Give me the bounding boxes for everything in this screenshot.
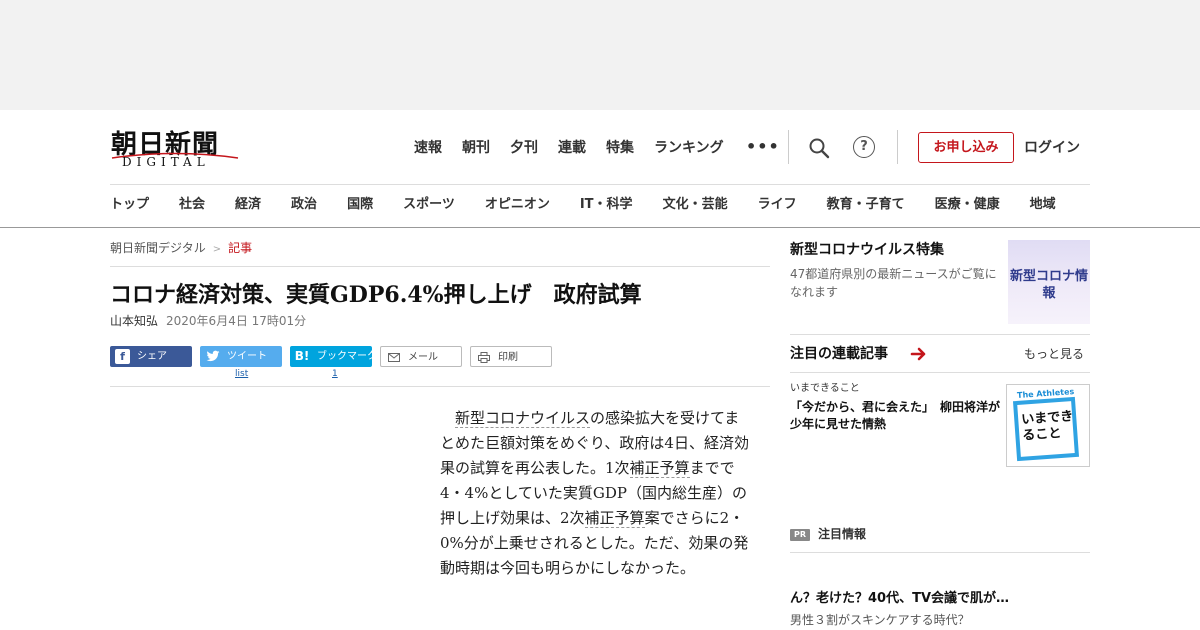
- twitter-bird-icon: [205, 349, 220, 364]
- topnav-item-series[interactable]: 連載: [558, 138, 586, 158]
- catnav-item-it-science[interactable]: IT・科学: [580, 195, 633, 215]
- hatena-bookmark-icon: B!: [294, 349, 310, 363]
- keyword-link[interactable]: 補正予算: [629, 459, 690, 478]
- article-main: 朝日新聞デジタル > 記事 コロナ経済対策、実質GDP6.4%押し上げ 政府試算 山…: [110, 228, 770, 630]
- breadcrumb-separator: >: [212, 244, 222, 255]
- corona-special-title[interactable]: 新型コロナウイルス特集: [790, 240, 944, 260]
- asahi-digital-logo[interactable]: 朝日新聞 DIGITAL: [110, 124, 240, 170]
- top-nav: 速報 朝刊 夕刊 連載 特集 ランキング: [414, 138, 744, 158]
- catnav-item-top[interactable]: トップ: [110, 195, 149, 215]
- breadcrumb-current: 記事: [228, 241, 253, 255]
- pr-article-subtitle[interactable]: 男性３割がスキンケアする時代？: [790, 611, 970, 629]
- facebook-share-button[interactable]: f シェア: [110, 346, 192, 367]
- tweet-count-link[interactable]: list: [235, 369, 248, 380]
- pr-badge: PR: [790, 529, 810, 541]
- subscribe-button[interactable]: お申し込み: [918, 132, 1014, 163]
- logo-subtitle: DIGITAL: [122, 155, 210, 169]
- tweet-label: ツイート: [227, 351, 267, 362]
- print-button[interactable]: 印刷: [470, 346, 552, 367]
- divider: [790, 372, 1090, 373]
- site-header: 朝日新聞 DIGITAL 速報 朝刊 夕刊 連載 特集 ランキング ••• ? …: [0, 110, 1200, 228]
- printer-icon: [476, 350, 491, 365]
- sidebar: 新型コロナウイルス特集 47都道府県別の最新ニュースがご覧になれます 新型コロナ…: [790, 228, 1090, 630]
- catnav-item-sports[interactable]: スポーツ: [403, 195, 455, 215]
- article-date: 2020年6月4日 17時01分: [166, 314, 307, 328]
- catnav-item-culture[interactable]: 文化・芸能: [663, 195, 728, 215]
- help-icon[interactable]: ?: [853, 136, 875, 158]
- facebook-icon: f: [115, 349, 130, 364]
- series-kicker: いまできること: [790, 383, 860, 394]
- pr-section-label: 注目情報: [818, 527, 867, 541]
- topnav-item-features[interactable]: 特集: [606, 138, 634, 158]
- divider: [110, 266, 770, 267]
- mail-label: メール: [408, 352, 438, 363]
- catnav-item-education[interactable]: 教育・子育て: [827, 195, 905, 215]
- arrow-right-icon: [910, 347, 926, 361]
- hatena-bookmark-label: ブックマーク: [317, 351, 377, 362]
- corona-special-thumbnail[interactable]: 新型コロナ情報: [1008, 240, 1090, 324]
- mail-icon: [386, 350, 401, 365]
- category-nav: トップ 社会 経済 政治 国際 スポーツ オピニオン IT・科学 文化・芸能 ラ…: [110, 195, 1056, 215]
- ad-banner-area: [0, 0, 1200, 110]
- series-article-title[interactable]: 「今だから、君に会えた」 柳田将洋が少年に見せた情熱: [790, 399, 1002, 433]
- catnav-item-regional[interactable]: 地域: [1030, 195, 1056, 215]
- article-byline: 山本知弘 2020年6月4日 17時01分: [110, 313, 306, 329]
- mail-share-button[interactable]: メール: [380, 346, 462, 367]
- header-divider: [897, 130, 898, 164]
- catnav-item-politics[interactable]: 政治: [291, 195, 317, 215]
- article-author[interactable]: 山本知弘: [110, 314, 158, 328]
- login-link[interactable]: ログイン: [1024, 138, 1080, 158]
- thumbnail-caption: いまできること: [1020, 409, 1074, 444]
- article-headline: コロナ経済対策、実質GDP6.4%押し上げ 政府試算: [110, 282, 642, 308]
- catnav-item-society[interactable]: 社会: [179, 195, 205, 215]
- article-body: 新型コロナウイルスの感染拡大を受けてまとめた巨額対策をめぐり、政府は4日、経済効…: [440, 406, 750, 581]
- divider: [110, 386, 770, 387]
- header-divider: [788, 130, 789, 164]
- catnav-item-life[interactable]: ライフ: [758, 195, 797, 215]
- header-divider: [110, 184, 1090, 185]
- keyword-link[interactable]: 新型コロナウイルス: [455, 409, 591, 428]
- divider: [790, 552, 1090, 553]
- corona-special-description[interactable]: 47都道府県別の最新ニュースがご覧になれます: [790, 265, 1002, 301]
- catnav-item-international[interactable]: 国際: [347, 195, 373, 215]
- share-bar: f シェア ツイート list B! ブックマーク 1 メール 印刷: [110, 346, 770, 380]
- thumbnail-panel: いまできること: [1012, 396, 1080, 462]
- featured-series-heading[interactable]: 注目の連載記事: [790, 344, 888, 364]
- topnav-item-ranking[interactable]: ランキング: [654, 138, 724, 158]
- catnav-item-opinion[interactable]: オピニオン: [485, 195, 550, 215]
- tweet-button[interactable]: ツイート: [200, 346, 282, 367]
- divider: [790, 334, 1090, 335]
- topnav-item-evening[interactable]: 夕刊: [510, 138, 538, 158]
- topnav-item-morning[interactable]: 朝刊: [462, 138, 490, 158]
- hatena-bookmark-button[interactable]: B! ブックマーク: [290, 346, 377, 367]
- thumbnail-caption: 新型コロナ情報: [1009, 269, 1088, 301]
- catnav-item-health[interactable]: 医療・健康: [935, 195, 1000, 215]
- print-label: 印刷: [498, 352, 518, 363]
- search-icon[interactable]: [808, 137, 830, 159]
- pr-article-title[interactable]: ん？老けた？40代、TV会議で肌が…: [790, 590, 1009, 608]
- more-menu-icon[interactable]: •••: [746, 138, 780, 158]
- series-thumbnail[interactable]: The Athletes いまできること: [1006, 384, 1090, 467]
- keyword-link[interactable]: 補正予算: [584, 509, 645, 528]
- topnav-item-breaking[interactable]: 速報: [414, 138, 442, 158]
- bookmark-count-link[interactable]: 1: [332, 369, 338, 380]
- series-more-link[interactable]: もっと見る: [1024, 346, 1084, 362]
- breadcrumb-home[interactable]: 朝日新聞デジタル: [110, 241, 206, 255]
- catnav-item-economy[interactable]: 経済: [235, 195, 261, 215]
- breadcrumb: 朝日新聞デジタル > 記事: [110, 240, 252, 258]
- facebook-share-label: シェア: [137, 351, 167, 362]
